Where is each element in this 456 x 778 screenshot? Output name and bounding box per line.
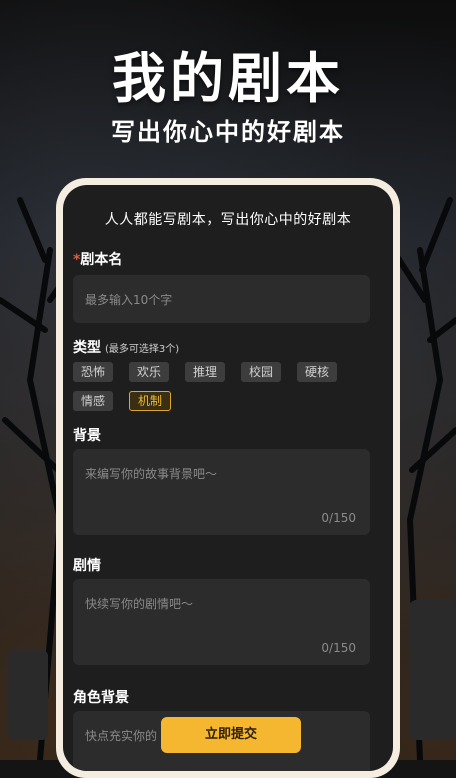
script-form: 人人都能写剧本，写出你心中的好剧本 *剧本名 最多输入10个字 类型 (最多可选择… [63, 185, 393, 771]
role-placeholder: 快点充实你的 [85, 729, 158, 743]
background-count: 0/150 [321, 511, 356, 525]
background-placeholder: 来编写你的故事背景吧～ [85, 467, 218, 481]
chip-fun[interactable]: 欢乐 [129, 362, 170, 382]
plot-textarea[interactable]: 快续写你的剧情吧～ 0/150 [73, 579, 370, 665]
submit-button[interactable]: 立即提交 [161, 717, 301, 753]
role-label: 角色背景 [73, 687, 129, 708]
background-textarea[interactable]: 来编写你的故事背景吧～ 0/150 [73, 449, 370, 535]
chip-campus[interactable]: 校园 [241, 362, 282, 382]
hero-title: 我的剧本 [112, 47, 344, 110]
form-header: 人人都能写剧本，写出你心中的好剧本 [104, 212, 352, 228]
plot-label: 剧情 [73, 555, 101, 576]
chip-emotion[interactable]: 情感 [73, 391, 114, 411]
plot-count: 0/150 [321, 641, 356, 655]
hero-subtitle: 写出你心中的好剧本 [111, 118, 345, 146]
background-label: 背景 [73, 425, 101, 446]
type-hint: (最多可选择3个) [105, 344, 180, 355]
script-name-placeholder: 最多输入10个字 [85, 293, 173, 307]
type-label-text: 类型 [73, 337, 101, 358]
chip-mystery[interactable]: 推理 [185, 362, 226, 382]
plot-label-text: 剧情 [73, 555, 101, 576]
chip-mechanism[interactable]: 机制 [129, 391, 172, 411]
background-label-text: 背景 [73, 425, 101, 446]
script-name-input[interactable]: 最多输入10个字 [73, 275, 370, 323]
type-label: 类型 (最多可选择3个) [73, 337, 180, 358]
script-name-label: *剧本名 [73, 249, 123, 270]
chip-hardcore[interactable]: 硬核 [297, 362, 338, 382]
script-name-label-text: 剧本名 [80, 252, 123, 268]
role-label-text: 角色背景 [73, 687, 129, 708]
chip-horror[interactable]: 恐怖 [73, 362, 114, 382]
phone-frame: 人人都能写剧本，写出你心中的好剧本 *剧本名 最多输入10个字 类型 (最多可选择… [56, 178, 400, 778]
plot-placeholder: 快续写你的剧情吧～ [85, 597, 194, 611]
